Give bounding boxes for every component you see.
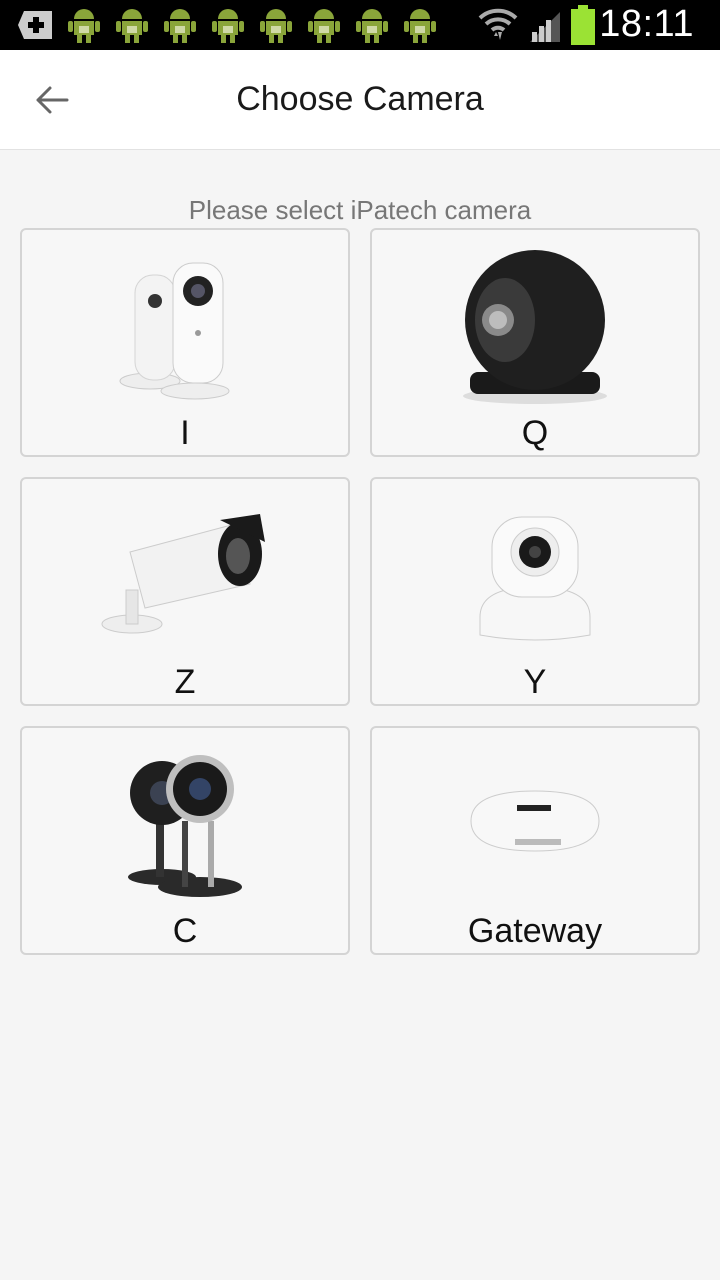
- camera-label: Gateway: [467, 912, 603, 950]
- add-notification-icon: [18, 11, 52, 39]
- android-icon: [404, 9, 436, 43]
- gateway-image: [372, 738, 698, 913]
- camera-option-gateway[interactable]: Gateway: [370, 726, 700, 955]
- camera-option-z[interactable]: Z: [20, 477, 350, 706]
- wifi-icon: [478, 8, 518, 40]
- android-icon: [68, 9, 100, 43]
- page-subtitle: Please select iPatech camera: [188, 195, 532, 225]
- camera-label: Q: [521, 414, 549, 452]
- battery-icon: [571, 5, 595, 45]
- camera-option-y[interactable]: Y: [370, 477, 700, 706]
- camera-i-image: [22, 240, 348, 415]
- camera-q-image: [372, 240, 698, 415]
- camera-label: I: [180, 414, 190, 452]
- android-icon: [356, 9, 388, 43]
- camera-option-q[interactable]: Q: [370, 228, 700, 457]
- camera-y-image: [372, 489, 698, 664]
- status-time: 18:11: [599, 3, 694, 45]
- camera-option-i[interactable]: I: [20, 228, 350, 457]
- android-icon: [116, 9, 148, 43]
- camera-c-image: [22, 738, 348, 913]
- signal-icon: [530, 12, 560, 42]
- camera-label: C: [172, 912, 198, 950]
- android-icon: [212, 9, 244, 43]
- android-icon: [308, 9, 340, 43]
- android-icon: [164, 9, 196, 43]
- page-title: Choose Camera: [236, 80, 484, 118]
- app-bar: Choose Camera: [0, 50, 720, 150]
- android-icon: [260, 9, 292, 43]
- camera-option-c[interactable]: C: [20, 726, 350, 955]
- camera-label: Y: [523, 663, 547, 701]
- camera-z-image: [22, 489, 348, 664]
- status-bar: 18:11: [0, 0, 720, 50]
- camera-label: Z: [174, 663, 196, 701]
